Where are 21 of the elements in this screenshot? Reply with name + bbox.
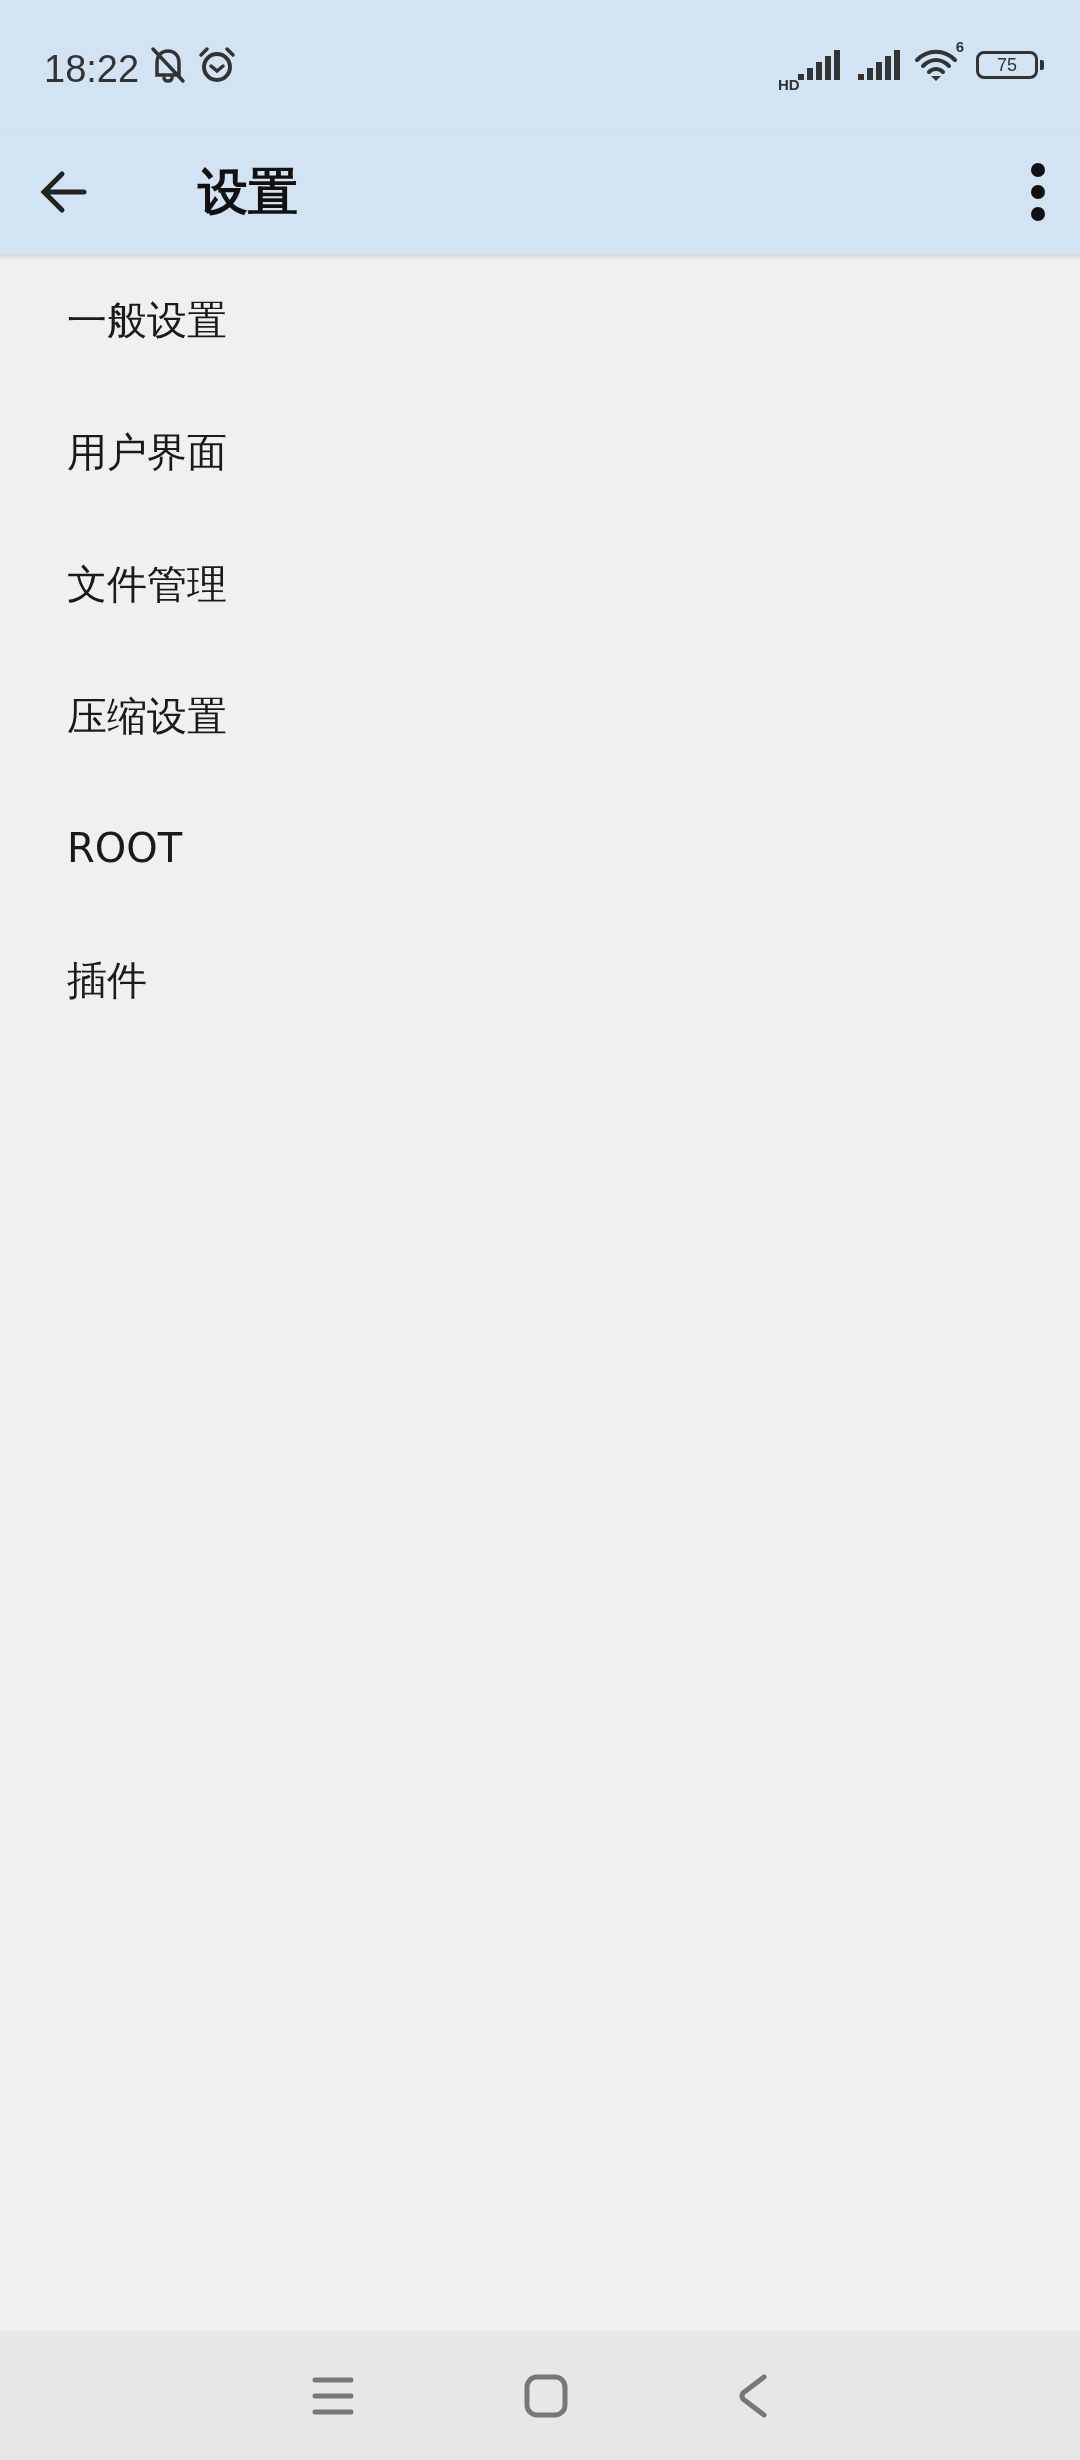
clock-time: 18:22: [44, 46, 140, 91]
settings-category-item[interactable]: 用户界面: [0, 386, 1080, 518]
home-icon[interactable]: [524, 2373, 568, 2418]
settings-category-item[interactable]: 文件管理: [0, 518, 1080, 650]
menu-icon[interactable]: [312, 2375, 354, 2416]
settings-category-item[interactable]: ROOT: [0, 782, 1080, 914]
wifi-standard-label: 6: [955, 37, 964, 55]
network-type-label: HD: [778, 75, 800, 93]
back-icon[interactable]: [738, 2373, 768, 2418]
wifi-icon: [913, 48, 958, 82]
signal-icon: [795, 50, 842, 80]
settings-category-item[interactable]: 压缩设置: [0, 650, 1080, 782]
screen-title: 设置: [198, 161, 299, 223]
muted-bell-icon: [149, 45, 188, 85]
alarm-clock-icon: [197, 45, 238, 85]
signal-icon: [855, 50, 902, 80]
back-arrow-icon: [40, 170, 88, 214]
more-options-icon: [1030, 162, 1046, 222]
settings-category-item[interactable]: 一般设置: [0, 254, 1080, 386]
battery-icon: 75: [976, 51, 1038, 79]
settings-category-item[interactable]: 插件: [0, 914, 1080, 1046]
